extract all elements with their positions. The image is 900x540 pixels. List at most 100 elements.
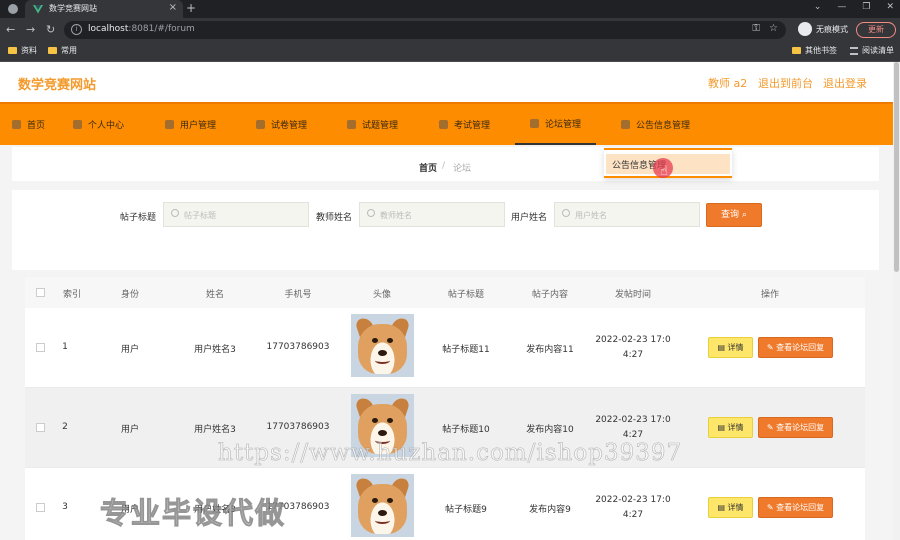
detail-button[interactable]: ▤ 详情 [708,417,753,438]
view-replies-button[interactable]: ✎ 查看论坛回复 [758,417,833,438]
bookmark-star-icon[interactable]: ☆ [769,23,778,34]
site-title: 数学竞赛网站 [18,78,97,93]
row-phone: 17703786903 [266,342,330,352]
nav-item-questions[interactable]: 试题管理 [347,104,398,145]
select-all-checkbox[interactable] [36,288,45,297]
logout-link[interactable]: 退出登录 [823,75,867,91]
column-header[interactable]: 手机号 [284,287,311,300]
column-header[interactable]: 姓名 [206,287,224,300]
minimize-icon[interactable]: — [837,2,846,12]
dog-eye [387,498,393,503]
row-content: 发布内容10 [526,425,574,435]
row-time: 2022-02-23 17:0 4:27 [595,495,671,520]
teacher-search-input[interactable]: 教师姓名 [359,202,505,227]
view-replies-button[interactable]: ✎ 查看论坛回复 [758,337,833,358]
row-time: 2022-02-23 17:0 4:27 [595,415,671,440]
nav-item-papers[interactable]: 试卷管理 [256,104,307,145]
browser-tabbar: 数学竞赛网站 × + ⌄ — ❐ ✕ [0,0,900,18]
detail-icon: ▤ [717,503,725,512]
dog-nose [378,350,387,356]
bookmark-folder-changyong[interactable]: 常用 [48,45,77,56]
dog-mouth [375,357,390,364]
row-checkbox[interactable] [36,503,45,512]
reload-icon[interactable]: ↻ [46,23,55,36]
row-index: 2 [62,422,68,432]
password-key-icon[interactable]: ⚿ [752,23,760,34]
incognito-icon [798,22,812,36]
query-button[interactable]: 查询 ⌕ [706,203,762,227]
new-tab-button[interactable]: + [186,1,196,15]
restore-icon[interactable]: ❐ [862,2,870,12]
table-header: 索引 身份 姓名 手机号 头像 帖子标题 帖子内容 发帖时间 操作 [25,277,865,308]
url-text: localhost:8081/#/forum [88,24,195,34]
vue-favicon-icon [33,5,43,14]
teacher-search-label: 教师姓名 [316,213,353,223]
dog-nose [378,510,387,516]
paper-icon [256,120,265,129]
site-info-icon[interactable]: i [71,24,82,35]
exam-icon [439,120,448,129]
detail-icon: ▤ [717,423,725,432]
back-icon[interactable]: ← [6,23,15,36]
browser-logo-icon [8,4,18,14]
row-title: 帖子标题11 [442,345,490,355]
detail-button[interactable]: ▤ 详情 [708,337,753,358]
browser-tab[interactable]: 数学竞赛网站 × [25,0,183,18]
column-header[interactable]: 发帖时间 [615,287,651,300]
current-user: 教师 a2 [708,77,748,90]
url-input[interactable]: i localhost:8081/#/forum ⚿ ☆ [64,21,786,39]
search-icon [171,209,179,217]
reading-list[interactable]: 阅读清单 [850,45,894,56]
breadcrumb-home[interactable]: 首页 [419,161,437,174]
breadcrumb-current: 论坛 [453,164,472,174]
close-window-icon[interactable]: ✕ [886,2,894,12]
row-content: 发布内容11 [526,345,574,355]
hand-cursor-icon: ☝ [660,164,668,179]
dog-mouth [375,517,390,524]
top-nav: 首页 个人中心 用户管理 试卷管理 试题管理 考试管理 论坛管理 公告信息管理 [0,102,893,145]
table-row: 1 用户 用户姓名3 17703786903 帖子标题11 发布内容11 202… [25,308,865,388]
row-index: 1 [62,342,68,352]
row-title: 帖子标题10 [442,425,490,435]
view-replies-button[interactable]: ✎ 查看论坛回复 [758,497,833,518]
title-search-input[interactable]: 帖子标题 [163,202,309,227]
reading-list-icon [850,46,858,55]
home-icon [12,120,21,129]
column-header[interactable]: 身份 [121,287,139,300]
folder-icon [792,47,801,54]
forward-icon[interactable]: → [26,23,35,36]
bookmark-folder-other[interactable]: 其他书签 [792,45,837,56]
row-checkbox[interactable] [36,423,45,432]
edit-icon: ✎ [766,423,774,432]
row-title: 帖子标题9 [445,505,487,515]
nav-item-home[interactable]: 首页 [12,104,45,145]
search-icon [367,209,375,217]
column-header[interactable]: 帖子内容 [532,287,568,300]
breadcrumb: 首页 / 论坛 [12,147,879,181]
row-role: 用户 [120,425,140,435]
page-scrollbar[interactable] [893,62,900,540]
dog-eye [387,418,393,423]
tab-close-icon[interactable]: × [169,2,177,13]
detail-button[interactable]: ▤ 详情 [708,497,753,518]
user-search-input[interactable]: 用户姓名 [554,202,700,227]
update-button[interactable]: 更新 [856,22,896,38]
dog-face [358,324,407,374]
scrollbar-thumb[interactable] [894,62,899,272]
nav-item-users[interactable]: 用户管理 [165,104,216,145]
nav-item-exams[interactable]: 考试管理 [439,104,490,145]
tab-search-icon[interactable]: ⌄ [814,2,822,12]
row-checkbox[interactable] [36,343,45,352]
column-header[interactable]: 帖子标题 [448,287,484,300]
nav-item-notices[interactable]: 公告信息管理 [621,104,690,145]
edit-icon: ✎ [766,343,774,352]
search-panel: 帖子标题 帖子标题 教师姓名 教师姓名 用户姓名 用户姓名 查询 ⌕ [12,190,879,270]
watermark-text: 专业毕设代做 [99,496,287,531]
column-header[interactable]: 索引 [63,287,81,300]
nav-item-forum[interactable]: 论坛管理 [515,104,597,145]
column-header[interactable]: 头像 [373,287,391,300]
avatar [351,474,414,537]
nav-item-profile[interactable]: 个人中心 [73,104,124,145]
bookmark-folder-ziliao[interactable]: 资料 [8,45,37,56]
to-front-link[interactable]: 退出到前台 [758,75,813,91]
